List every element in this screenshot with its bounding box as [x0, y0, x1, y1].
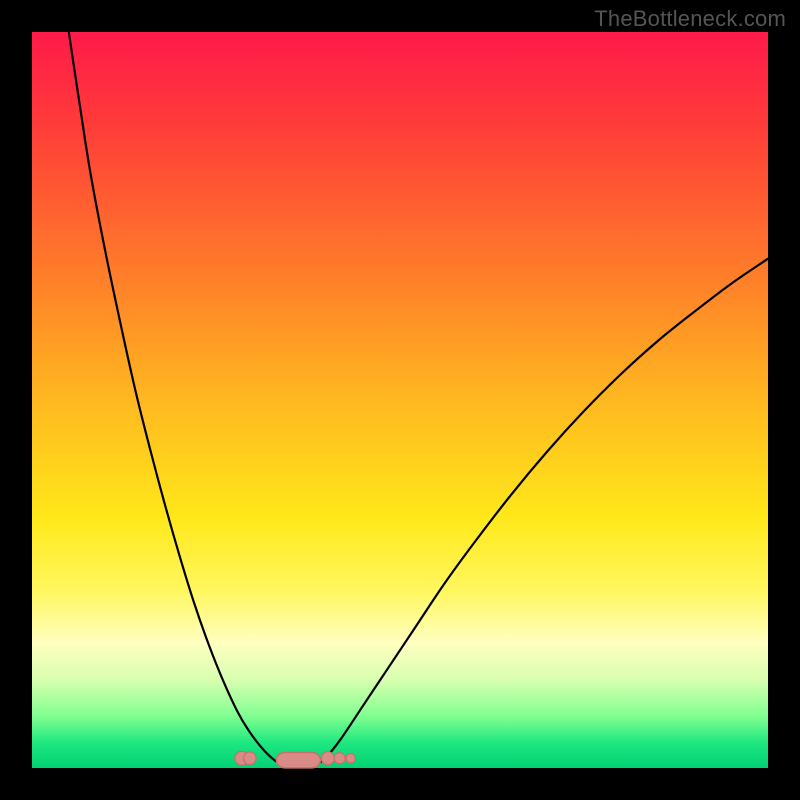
- optimal-band: [276, 753, 320, 768]
- band-marker: [334, 753, 345, 764]
- band-marker: [321, 752, 334, 765]
- band-marker: [244, 752, 257, 765]
- bottleneck-chart: [0, 0, 800, 800]
- watermark-text: TheBottleneck.com: [594, 6, 786, 32]
- gradient-background: [32, 32, 768, 768]
- chart-container: TheBottleneck.com: [0, 0, 800, 800]
- band-marker: [346, 754, 355, 763]
